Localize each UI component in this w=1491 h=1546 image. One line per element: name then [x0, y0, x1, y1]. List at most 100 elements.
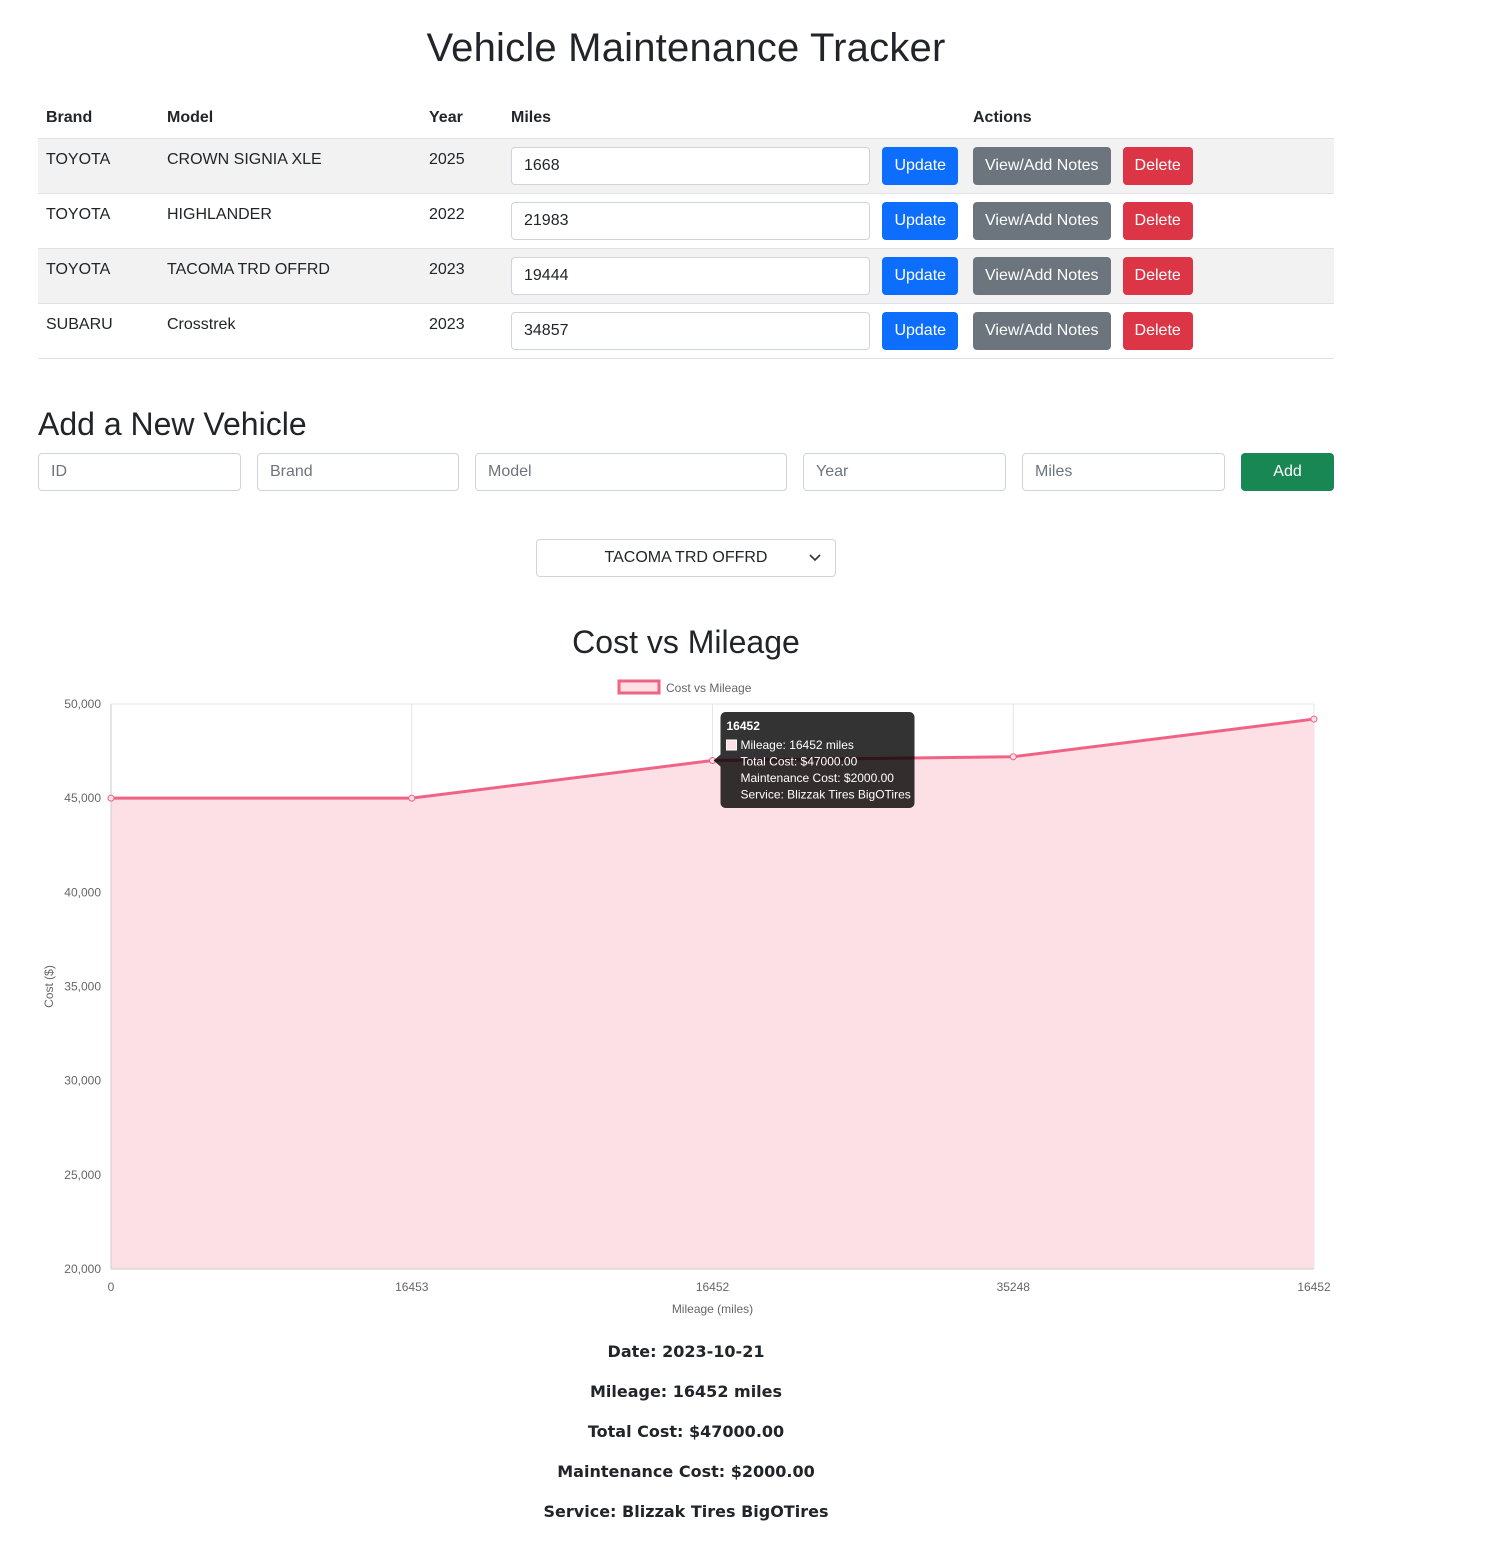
add-vehicle-heading: Add a New Vehicle [38, 406, 307, 442]
y-tick-label: 20,000 [64, 1262, 101, 1276]
y-tick-label: 25,000 [64, 1168, 101, 1182]
header-year: Year [421, 98, 503, 139]
tooltip-line: Maintenance Cost: $2000.00 [741, 771, 895, 785]
update-button[interactable]: Update [882, 147, 959, 185]
cell-miles: Update [503, 193, 965, 249]
delete-button[interactable]: Delete [1122, 202, 1193, 240]
cell-brand: TOYOTA [38, 193, 159, 249]
delete-button[interactable]: Delete [1122, 257, 1193, 295]
cost-mileage-chart[interactable]: Cost vs Mileage 50,000 45,000 40,000 35,000 3… [38, 672, 1334, 1322]
vehicle-select-value: TACOMA TRD OFFRD [604, 549, 768, 566]
year-text: 2022 [429, 206, 465, 223]
detail-service: Service: Blizzak Tires BigOTires [543, 1502, 829, 1521]
cell-model: TACOMA TRD OFFRD [159, 248, 421, 304]
cell-year: 2025 [421, 138, 503, 194]
model-input[interactable]: Model [475, 453, 787, 491]
brand-text: TOYOTA [46, 151, 111, 168]
view-add-notes-button[interactable]: View/Add Notes [973, 202, 1111, 240]
update-button[interactable]: Update [882, 202, 959, 240]
cell-year: 2022 [421, 193, 503, 249]
miles-input[interactable] [511, 147, 870, 185]
selected-record-details: Date: 2023-10-21 Mileage: 16452 miles To… [38, 1340, 1334, 1540]
view-add-notes-button[interactable]: View/Add Notes [973, 312, 1111, 350]
cell-miles: Update [503, 248, 965, 304]
table-row: TOYOTA HIGHLANDER 2022 Update View/Add N… [38, 193, 1334, 249]
header-actions: Actions [965, 98, 1334, 139]
tooltip-swatch [726, 739, 737, 751]
brand-input[interactable]: Brand [257, 453, 459, 491]
x-tick-label: 0 [108, 1280, 115, 1294]
year-text: 2023 [429, 316, 465, 333]
cell-actions: View/Add Notes Delete [965, 303, 1334, 359]
x-axis-title: Mileage (miles) [672, 1302, 753, 1316]
table-row: SUBARU Crosstrek 2023 Update View/Add No… [38, 303, 1334, 359]
id-input[interactable]: ID [38, 453, 241, 491]
model-text: HIGHLANDER [167, 206, 272, 223]
miles-input[interactable] [511, 202, 870, 240]
x-tick-label: 16452 [1297, 1280, 1331, 1294]
legend-label: Cost vs Mileage [666, 681, 752, 695]
data-point [408, 794, 416, 802]
vehicle-select[interactable]: TACOMA TRD OFFRD [536, 539, 836, 577]
detail-maintenance-cost: Maintenance Cost: $2000.00 [557, 1462, 815, 1481]
x-tick-label: 16452 [696, 1280, 730, 1294]
view-add-notes-button[interactable]: View/Add Notes [973, 257, 1111, 295]
model-text: Crosstrek [167, 316, 236, 333]
detail-mileage: Mileage: 16452 miles [589, 1382, 783, 1401]
detail-date: Date: 2023-10-21 [607, 1342, 765, 1361]
cell-model: CROWN SIGNIA XLE [159, 138, 421, 194]
cell-brand: TOYOTA [38, 138, 159, 194]
miles-input[interactable] [511, 312, 870, 350]
cell-brand: SUBARU [38, 303, 159, 359]
cell-actions: View/Add Notes Delete [965, 138, 1334, 194]
data-point [107, 794, 115, 802]
year-input[interactable]: Year [803, 453, 1006, 491]
model-text: TACOMA TRD OFFRD [167, 261, 330, 278]
data-point [1310, 715, 1318, 723]
miles-input-new[interactable]: Miles [1022, 453, 1225, 491]
y-axis-title: Cost ($) [42, 965, 56, 1008]
header-brand: Brand [38, 98, 159, 139]
cell-miles: Update [503, 138, 965, 194]
cell-year: 2023 [421, 303, 503, 359]
add-button[interactable]: Add [1241, 453, 1334, 491]
cell-actions: View/Add Notes Delete [965, 248, 1334, 304]
data-point [1009, 753, 1017, 761]
update-button[interactable]: Update [882, 257, 959, 295]
detail-total-cost: Total Cost: $47000.00 [587, 1422, 785, 1441]
series-area [111, 719, 1314, 1269]
vehicles-table: Brand Model Year Miles Actions TOYOTA CR… [38, 98, 1334, 359]
brand-text: TOYOTA [46, 261, 111, 278]
update-button[interactable]: Update [882, 312, 959, 350]
view-add-notes-button[interactable]: View/Add Notes [973, 147, 1111, 185]
header-miles: Miles [503, 98, 965, 139]
tooltip-line: Total Cost: $47000.00 [741, 755, 858, 769]
y-tick-label: 45,000 [64, 791, 101, 805]
cell-miles: Update [503, 303, 965, 359]
y-tick-label: 40,000 [64, 885, 101, 899]
add-vehicle-form: ID Brand Model Year Miles Add [38, 453, 1334, 491]
tooltip-title: 16452 [727, 719, 761, 733]
delete-button[interactable]: Delete [1122, 312, 1193, 350]
cell-year: 2023 [421, 248, 503, 304]
y-tick-label: 50,000 [64, 697, 101, 711]
x-tick-label: 35248 [997, 1280, 1031, 1294]
tooltip-line: Mileage: 16452 miles [741, 738, 854, 752]
year-text: 2023 [429, 261, 465, 278]
table-row: TOYOTA CROWN SIGNIA XLE 2025 Update View… [38, 138, 1334, 194]
year-text: 2025 [429, 151, 465, 168]
model-text: CROWN SIGNIA XLE [167, 151, 322, 168]
delete-button[interactable]: Delete [1122, 147, 1193, 185]
tooltip-line: Service: Blizzak Tires BigOTires [741, 788, 911, 802]
chart-title: Cost vs Mileage [572, 624, 800, 660]
miles-input[interactable] [511, 257, 870, 295]
page-title: Vehicle Maintenance Tracker [426, 26, 946, 70]
x-tick-label: 16453 [395, 1280, 429, 1294]
cell-model: HIGHLANDER [159, 193, 421, 249]
cell-model: Crosstrek [159, 303, 421, 359]
y-tick-label: 30,000 [64, 1074, 101, 1088]
table-row: TOYOTA TACOMA TRD OFFRD 2023 Update View… [38, 248, 1334, 304]
cell-actions: View/Add Notes Delete [965, 193, 1334, 249]
y-tick-label: 35,000 [64, 980, 101, 994]
legend-swatch [617, 679, 661, 695]
